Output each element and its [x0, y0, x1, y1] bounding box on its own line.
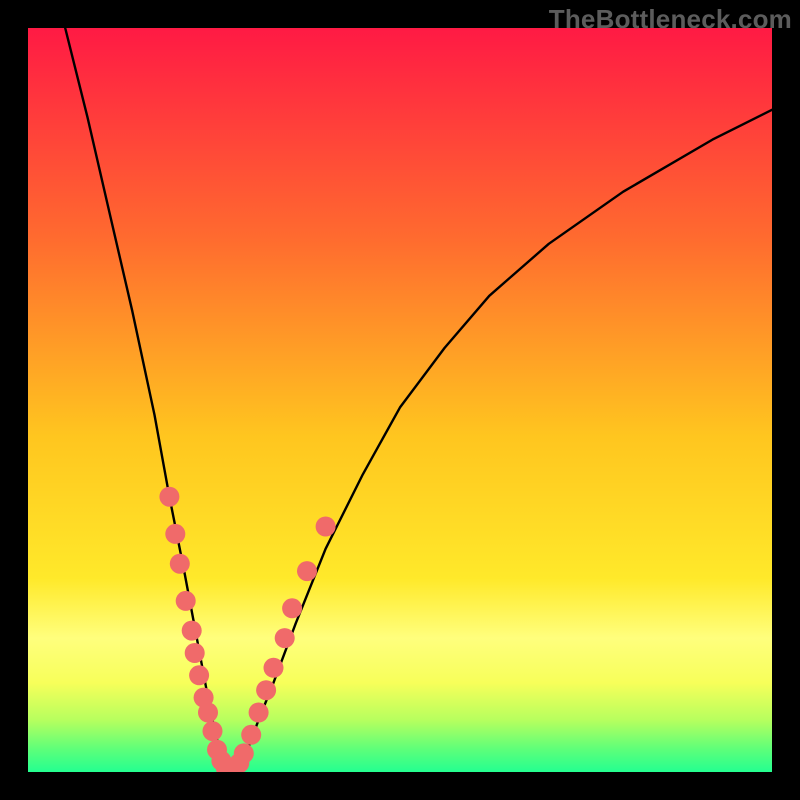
gradient-bg — [28, 28, 772, 772]
data-point — [256, 680, 276, 700]
data-point — [297, 561, 317, 581]
data-point — [159, 487, 179, 507]
data-point — [282, 598, 302, 618]
data-point — [185, 643, 205, 663]
data-point — [249, 703, 269, 723]
data-point — [182, 621, 202, 641]
data-point — [170, 554, 190, 574]
data-point — [234, 743, 254, 763]
data-point — [275, 628, 295, 648]
plot-svg — [28, 28, 772, 772]
data-point — [316, 517, 336, 537]
data-point — [165, 524, 185, 544]
data-point — [241, 725, 261, 745]
data-point — [203, 721, 223, 741]
chart-frame: TheBottleneck.com — [0, 0, 800, 800]
data-point — [189, 665, 209, 685]
data-point — [264, 658, 284, 678]
watermark-text: TheBottleneck.com — [549, 4, 792, 35]
data-point — [198, 703, 218, 723]
plot-area — [28, 28, 772, 772]
data-point — [176, 591, 196, 611]
